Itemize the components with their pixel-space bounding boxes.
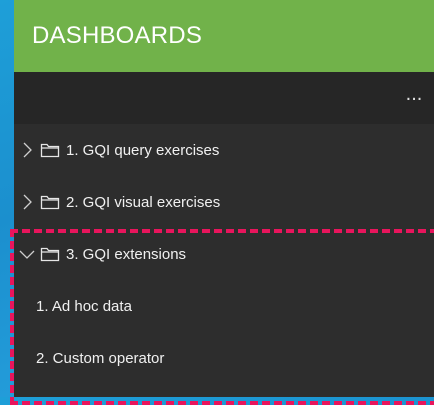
tree-item-label: 3. GQI extensions bbox=[66, 245, 187, 263]
tree-folder-gqi-extensions[interactable]: 3. GQI extensions bbox=[14, 228, 434, 280]
tree-item-custom-operator[interactable]: 2. Custom operator bbox=[14, 332, 434, 384]
tree-item-label: 2. Custom operator bbox=[36, 349, 165, 367]
dashboards-panel: DASHBOARDS ... 1. GQI query exercises 2. bbox=[14, 0, 434, 397]
tree-item-label: 1. Ad hoc data bbox=[36, 297, 132, 315]
more-options-button[interactable]: ... bbox=[400, 84, 428, 112]
chevron-right-icon[interactable] bbox=[18, 141, 36, 159]
tree-folder-gqi-visual-exercises[interactable]: 2. GQI visual exercises bbox=[14, 176, 434, 228]
chevron-right-icon[interactable] bbox=[18, 193, 36, 211]
tree-item-label: 1. GQI query exercises bbox=[66, 141, 220, 159]
panel-header: DASHBOARDS bbox=[14, 0, 434, 72]
folder-icon bbox=[40, 194, 60, 210]
tree-folder-gqi-query-exercises[interactable]: 1. GQI query exercises bbox=[14, 124, 434, 176]
dashboard-tree: 1. GQI query exercises 2. GQI visual exe… bbox=[14, 124, 434, 384]
panel-toolbar: ... bbox=[14, 72, 434, 124]
more-options-icon: ... bbox=[405, 83, 423, 105]
chevron-down-icon[interactable] bbox=[18, 245, 36, 263]
tree-item-label: 2. GQI visual exercises bbox=[66, 193, 221, 211]
panel-title: DASHBOARDS bbox=[32, 22, 203, 49]
folder-icon bbox=[40, 142, 60, 158]
folder-open-icon bbox=[40, 246, 60, 262]
tree-item-ad-hoc-data[interactable]: 1. Ad hoc data bbox=[14, 280, 434, 332]
